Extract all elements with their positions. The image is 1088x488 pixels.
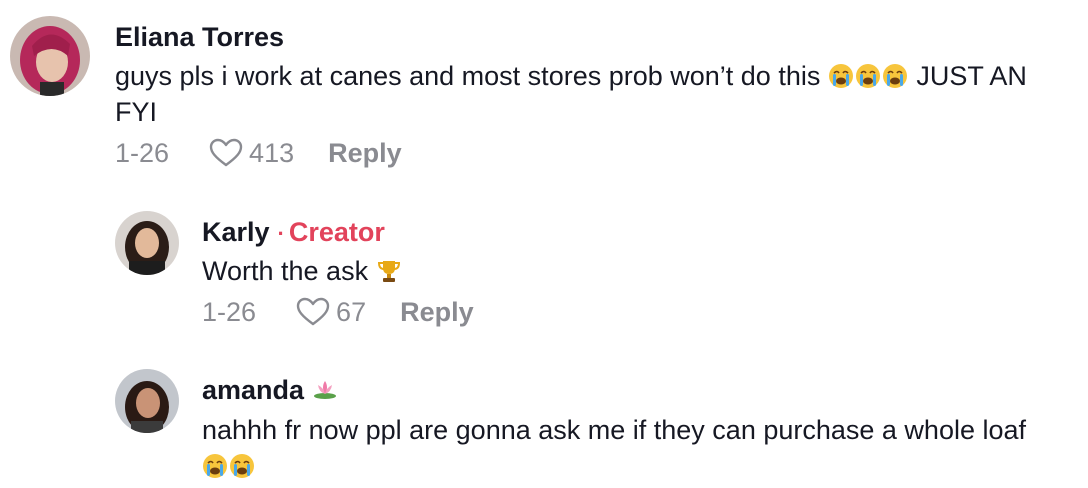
- comment-text: guys pls i work at canes and most stores…: [115, 58, 1065, 130]
- loudly-crying-face-icon: [882, 64, 907, 88]
- avatar[interactable]: [115, 369, 179, 433]
- reply-body: nahhh fr now ppl are gonna ask me if the…: [202, 415, 1027, 445]
- creator-badge: Creator: [288, 217, 385, 247]
- loudly-crying-face-icon: [828, 64, 853, 88]
- reply-username[interactable]: Karly · Creator: [202, 216, 385, 250]
- heart-icon: [209, 138, 243, 167]
- comment-date: 1-26: [115, 138, 170, 168]
- comment-body: guys pls i work at canes and most stores…: [115, 61, 821, 91]
- comment-username[interactable]: Eliana Torres: [115, 21, 284, 53]
- reply-body: Worth the ask: [202, 256, 369, 286]
- loudly-crying-face-icon: [230, 454, 254, 478]
- loudly-crying-face-icon: [855, 64, 880, 88]
- reply-username-text: amanda: [202, 375, 305, 405]
- reply-date: 1-26: [202, 297, 257, 327]
- reply-meta: 1-26 67 Reply: [202, 296, 474, 328]
- trophy-icon: [377, 261, 400, 282]
- like-button[interactable]: 413: [209, 137, 294, 169]
- avatar[interactable]: [115, 211, 179, 275]
- reply-username-text: Karly: [202, 217, 270, 247]
- like-count: 67: [336, 297, 367, 327]
- reply-text: nahhh fr now ppl are gonna ask me if the…: [202, 412, 1052, 484]
- like-button[interactable]: 67: [296, 296, 366, 328]
- crying-emoji-group: [828, 61, 917, 91]
- loudly-crying-face-icon: [203, 454, 227, 478]
- reply-button[interactable]: Reply: [400, 296, 474, 328]
- reply-button[interactable]: Reply: [328, 137, 402, 169]
- creator-separator: ·: [277, 221, 285, 246]
- reply-username[interactable]: amanda: [202, 374, 339, 406]
- like-count: 413: [249, 138, 295, 168]
- avatar[interactable]: [10, 16, 90, 96]
- comment-meta: 1-26 413 Reply: [115, 137, 402, 169]
- lotus-icon: [313, 381, 336, 399]
- heart-icon: [296, 297, 330, 326]
- crying-emoji-group: [202, 451, 256, 481]
- reply-text: Worth the ask: [202, 253, 1062, 289]
